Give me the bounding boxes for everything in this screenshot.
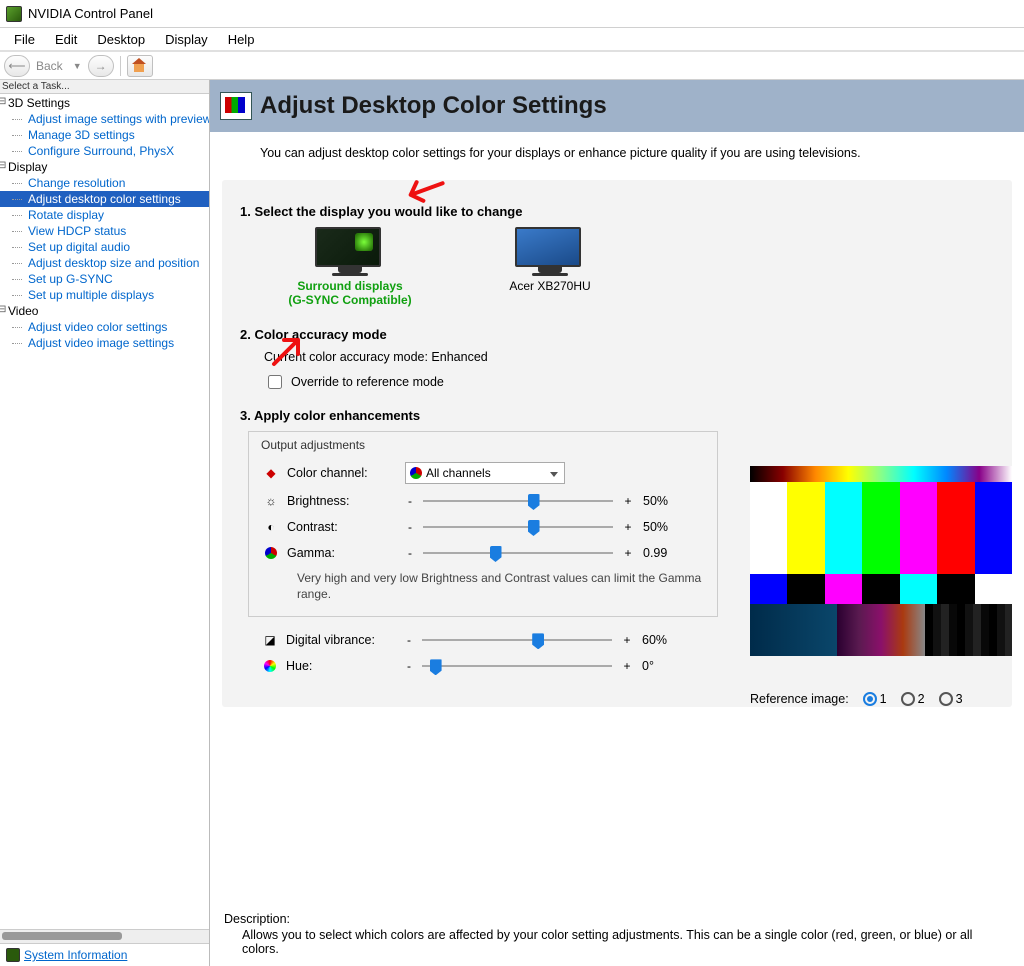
current-accuracy-mode: Current color accuracy mode: Enhanced <box>264 350 994 364</box>
reference-preview: Reference image: 1 2 3 <box>750 466 1012 706</box>
group-video[interactable]: Video <box>0 303 209 319</box>
menu-display[interactable]: Display <box>155 29 218 50</box>
vibrance-value: 60% <box>642 633 686 647</box>
menu-edit[interactable]: Edit <box>45 29 87 50</box>
vibrance-slider[interactable] <box>422 631 612 649</box>
reference-radio-2[interactable]: 2 <box>901 692 925 706</box>
forward-button[interactable]: → <box>88 55 114 77</box>
content-area: 1. Select the display you would like to … <box>222 180 1012 707</box>
tree-video-color[interactable]: Adjust video color settings <box>0 319 209 335</box>
override-reference-checkbox[interactable]: Override to reference mode <box>264 372 994 392</box>
home-icon <box>133 60 147 72</box>
display-surround-label-1: Surround displays <box>280 279 420 293</box>
menu-help[interactable]: Help <box>218 29 265 50</box>
sidebar-footer: System Information <box>0 943 209 966</box>
tree-setup-gsync[interactable]: Set up G-SYNC <box>0 271 209 287</box>
nav-bar: ⟵ Back ▼ → <box>0 52 1024 80</box>
hue-value: 0° <box>642 659 686 673</box>
display-acer-label: Acer XB270HU <box>480 279 620 293</box>
description-text: Allows you to select which colors are af… <box>242 928 1010 956</box>
page-title: Adjust Desktop Color Settings <box>260 92 607 120</box>
color-channel-select[interactable]: All channels <box>405 462 565 484</box>
select-task-header: Select a Task... <box>0 80 209 94</box>
home-button[interactable] <box>127 55 153 77</box>
tree-adjust-image-settings[interactable]: Adjust image settings with preview <box>0 111 209 127</box>
tree-view-hdcp[interactable]: View HDCP status <box>0 223 209 239</box>
back-arrow-icon: ⟵ <box>8 59 25 73</box>
system-information-link[interactable]: System Information <box>24 948 127 962</box>
color-channel-label: Color channel: <box>287 466 397 480</box>
page-header: Adjust Desktop Color Settings <box>210 80 1024 132</box>
back-label: Back <box>36 59 63 73</box>
hue-slider[interactable] <box>422 657 612 675</box>
task-tree: 3D Settings Adjust image settings with p… <box>0 94 209 929</box>
brightness-slider[interactable] <box>423 492 613 510</box>
step2-title: 2. Color accuracy mode <box>240 327 994 342</box>
title-bar: NVIDIA Control Panel <box>0 0 1024 28</box>
menu-file[interactable]: File <box>4 29 45 50</box>
hue-label: Hue: <box>286 659 396 673</box>
rgb-circle-icon <box>410 467 422 479</box>
gamma-label: Gamma: <box>287 546 397 560</box>
main-panel: Adjust Desktop Color Settings You can ad… <box>210 80 1024 966</box>
forward-arrow-icon: → <box>95 59 107 73</box>
reference-radio-1[interactable]: 1 <box>863 692 887 706</box>
color-channel-icon: ◆ <box>263 465 279 481</box>
back-dropdown-icon[interactable]: ▼ <box>73 61 82 71</box>
contrast-value: 50% <box>643 520 687 534</box>
display-surround-label-2: (G-SYNC Compatible) <box>280 293 420 307</box>
menu-bar: File Edit Desktop Display Help <box>0 28 1024 52</box>
tree-adjust-size-position[interactable]: Adjust desktop size and position <box>0 255 209 271</box>
color-channel-value: All channels <box>426 466 491 480</box>
step3-title: 3. Apply color enhancements <box>240 408 994 423</box>
tree-manage-3d-settings[interactable]: Manage 3D settings <box>0 127 209 143</box>
nvidia-app-icon <box>6 6 22 22</box>
tree-video-image[interactable]: Adjust video image settings <box>0 335 209 351</box>
brightness-value: 50% <box>643 494 687 508</box>
sidebar-scrollbar[interactable] <box>0 929 209 943</box>
override-checkbox-input[interactable] <box>268 375 282 389</box>
back-button[interactable]: ⟵ <box>4 55 30 77</box>
nav-separator <box>120 56 121 76</box>
output-adjustments-legend: Output adjustments <box>259 438 367 452</box>
color-bars-image <box>750 466 1012 664</box>
step1-title: 1. Select the display you would like to … <box>240 204 994 219</box>
output-adjustments-box: Output adjustments ◆ Color channel: All … <box>248 431 718 617</box>
reference-radio-3[interactable]: 3 <box>939 692 963 706</box>
brightness-label: Brightness: <box>287 494 397 508</box>
tree-adjust-desktop-color[interactable]: Adjust desktop color settings <box>0 191 209 207</box>
description-label: Description: <box>224 912 1010 926</box>
gamma-value: 0.99 <box>643 546 687 560</box>
tree-configure-surround[interactable]: Configure Surround, PhysX <box>0 143 209 159</box>
window-title: NVIDIA Control Panel <box>28 6 153 21</box>
tree-digital-audio[interactable]: Set up digital audio <box>0 239 209 255</box>
system-info-icon <box>6 948 20 962</box>
contrast-slider[interactable] <box>423 518 613 536</box>
tree-change-resolution[interactable]: Change resolution <box>0 175 209 191</box>
group-3d-settings[interactable]: 3D Settings <box>0 95 209 111</box>
display-surround[interactable]: Surround displays (G-SYNC Compatible) <box>280 227 420 307</box>
vibrance-label: Digital vibrance: <box>286 633 396 647</box>
hue-icon <box>262 658 278 674</box>
override-label: Override to reference mode <box>291 375 444 389</box>
gamma-note: Very high and very low Brightness and Co… <box>297 570 703 602</box>
display-acer[interactable]: Acer XB270HU <box>480 227 620 307</box>
tree-multiple-displays[interactable]: Set up multiple displays <box>0 287 209 303</box>
brightness-icon: ☼ <box>263 493 279 509</box>
page-intro: You can adjust desktop color settings fo… <box>210 132 1024 160</box>
tree-rotate-display[interactable]: Rotate display <box>0 207 209 223</box>
gamma-icon <box>263 545 279 561</box>
contrast-label: Contrast: <box>287 520 397 534</box>
color-settings-icon <box>220 92 252 120</box>
menu-desktop[interactable]: Desktop <box>87 29 155 50</box>
reference-image-label: Reference image: <box>750 692 849 706</box>
vibrance-icon: ◪ <box>262 632 278 648</box>
group-display[interactable]: Display <box>0 159 209 175</box>
gamma-slider[interactable] <box>423 544 613 562</box>
description-block: Description: Allows you to select which … <box>224 912 1010 956</box>
contrast-icon: ◐ <box>263 519 279 535</box>
sidebar: Select a Task... 3D Settings Adjust imag… <box>0 80 210 966</box>
